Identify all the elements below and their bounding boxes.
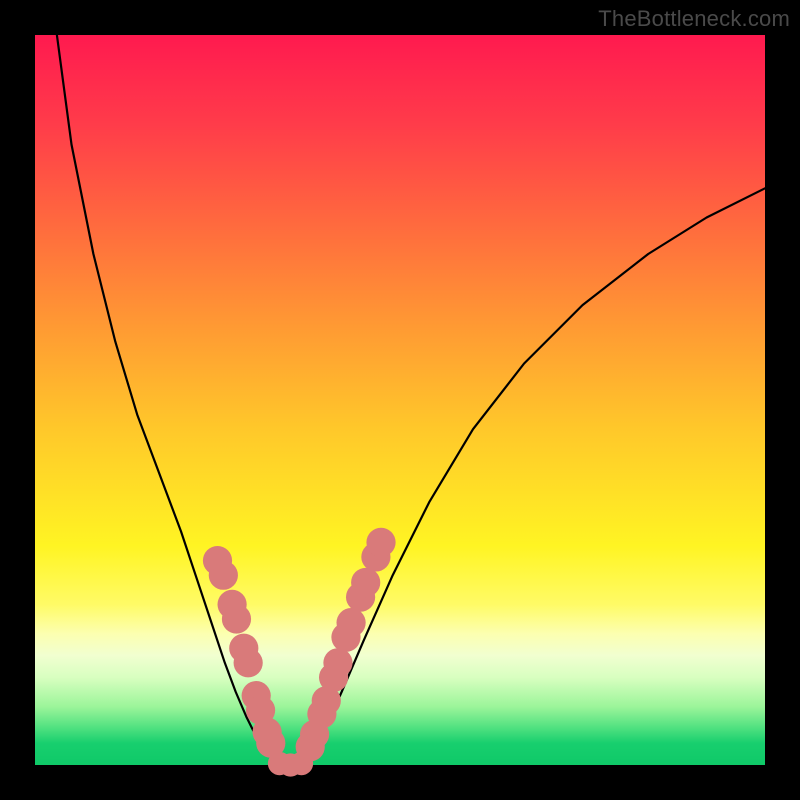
series-right-branch [305,188,765,761]
curve-layer [35,35,765,765]
plot-area [35,35,765,765]
chart-stage: TheBottleneck.com [0,0,800,800]
bead-marker [234,648,263,677]
bead-marker [351,568,380,597]
bead-marker [323,648,352,677]
bead-marker [366,528,395,557]
bead-layer [203,528,396,777]
attribution-text: TheBottleneck.com [598,6,790,32]
bead-marker [209,561,238,590]
bead-marker [222,604,251,633]
bead-marker [336,608,365,637]
